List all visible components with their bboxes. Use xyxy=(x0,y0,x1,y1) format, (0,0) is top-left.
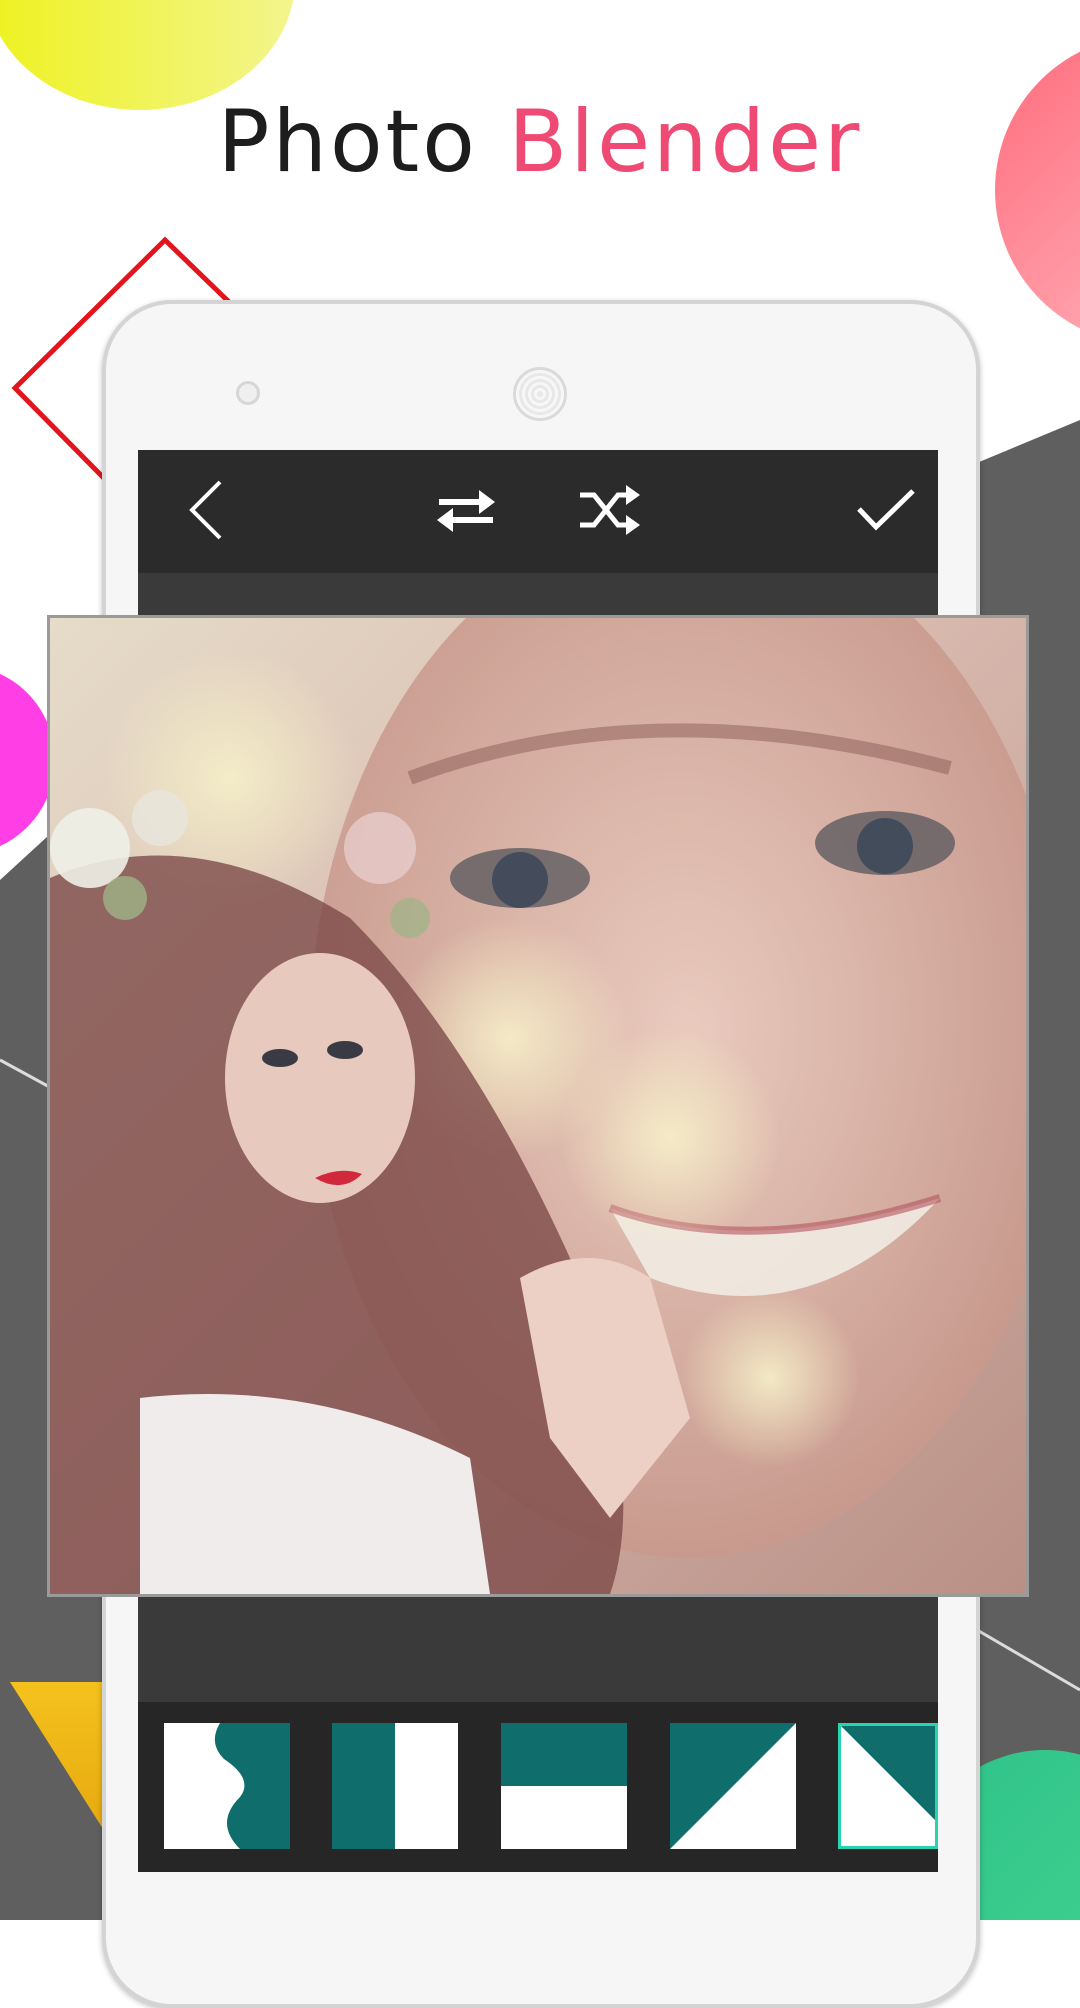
confirm-button[interactable] xyxy=(846,470,926,550)
wave-split-icon xyxy=(164,1723,290,1849)
top-toolbar xyxy=(138,450,938,573)
blended-photo[interactable] xyxy=(47,615,1029,1597)
thumb-vertical-split[interactable] xyxy=(332,1723,458,1849)
chevron-left-icon xyxy=(189,480,222,540)
swap-button[interactable] xyxy=(426,470,506,550)
check-icon xyxy=(857,489,915,531)
diagonal-split-icon xyxy=(670,1723,796,1849)
shuffle-button[interactable] xyxy=(570,470,650,550)
diagonal-split-alt-icon xyxy=(841,1726,935,1846)
thumb-diagonal-split[interactable] xyxy=(670,1723,796,1849)
title-word-photo: Photo xyxy=(217,92,478,192)
title-word-blender: Blender xyxy=(508,92,863,192)
app-title: Photo Blender xyxy=(0,92,1080,192)
blended-portrait-image xyxy=(50,618,1026,1594)
vertical-split-icon xyxy=(332,1723,458,1849)
thumb-wave-split[interactable] xyxy=(164,1723,290,1849)
swap-arrows-icon xyxy=(437,490,495,532)
shuffle-icon xyxy=(580,485,640,535)
thumb-diagonal-split-selected[interactable] xyxy=(838,1723,938,1849)
phone-sensor xyxy=(236,381,260,405)
back-button[interactable] xyxy=(166,470,246,550)
phone-speaker xyxy=(513,367,567,421)
horizontal-split-icon xyxy=(501,1723,627,1849)
thumb-horizontal-split[interactable] xyxy=(501,1723,627,1849)
